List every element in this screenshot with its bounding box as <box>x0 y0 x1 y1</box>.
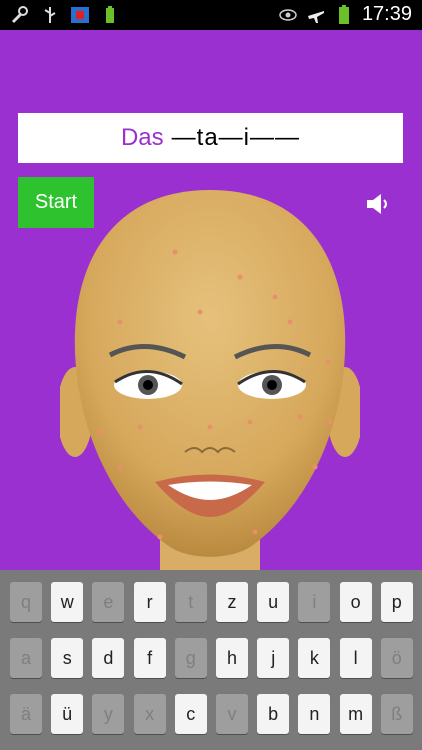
key-f[interactable]: f <box>133 638 166 678</box>
key-k[interactable]: k <box>298 638 331 678</box>
airplane-icon <box>307 10 324 23</box>
word-article: Das <box>120 124 164 151</box>
key-s[interactable]: s <box>51 638 84 678</box>
key-v: v <box>216 694 248 734</box>
key-l[interactable]: l <box>339 638 372 678</box>
key-m[interactable]: m <box>339 694 372 734</box>
key-j[interactable]: j <box>257 638 290 678</box>
key-i: i <box>298 582 331 622</box>
key-n[interactable]: n <box>298 694 331 734</box>
key-ö: ö <box>380 638 413 678</box>
key-p[interactable]: p <box>380 582 413 622</box>
key-t: t <box>174 582 207 622</box>
key-o[interactable]: o <box>339 582 372 622</box>
face-illustration <box>60 190 360 572</box>
key-ß: ß <box>380 694 413 734</box>
game-screen: Das —ta—i—— Start <box>0 30 422 572</box>
app-icon <box>71 7 89 23</box>
key-d[interactable]: d <box>92 638 125 678</box>
letter-keyboard: qwertzuiop asdfghjklö äüyxcvbnmß <box>0 570 422 750</box>
word-display: Das —ta—i—— <box>18 113 403 163</box>
key-z[interactable]: z <box>216 582 248 622</box>
key-y: y <box>92 694 125 734</box>
key-a: a <box>10 638 42 678</box>
key-g: g <box>174 638 207 678</box>
word-pattern: —ta—i—— <box>171 124 301 151</box>
key-q: q <box>10 582 42 622</box>
status-time: 17:39 <box>361 3 412 25</box>
key-r[interactable]: r <box>133 582 166 622</box>
key-w[interactable]: w <box>51 582 84 622</box>
speaker-icon[interactable] <box>364 190 392 218</box>
status-right: 17:39 <box>278 3 412 26</box>
key-e: e <box>92 582 125 622</box>
key-ä: ä <box>10 694 42 734</box>
status-left-icons <box>10 5 120 25</box>
eye-icon <box>279 8 297 21</box>
key-h[interactable]: h <box>216 638 248 678</box>
key-u[interactable]: u <box>257 582 290 622</box>
key-b[interactable]: b <box>257 694 290 734</box>
key-ü[interactable]: ü <box>51 694 84 734</box>
key-c[interactable]: c <box>174 694 207 734</box>
battery-icon <box>338 4 349 24</box>
status-bar: 17:39 <box>0 0 422 30</box>
key-x: x <box>133 694 166 734</box>
wrench-icon <box>11 6 28 24</box>
battery-small-icon <box>106 6 114 23</box>
usb-icon <box>44 7 56 23</box>
